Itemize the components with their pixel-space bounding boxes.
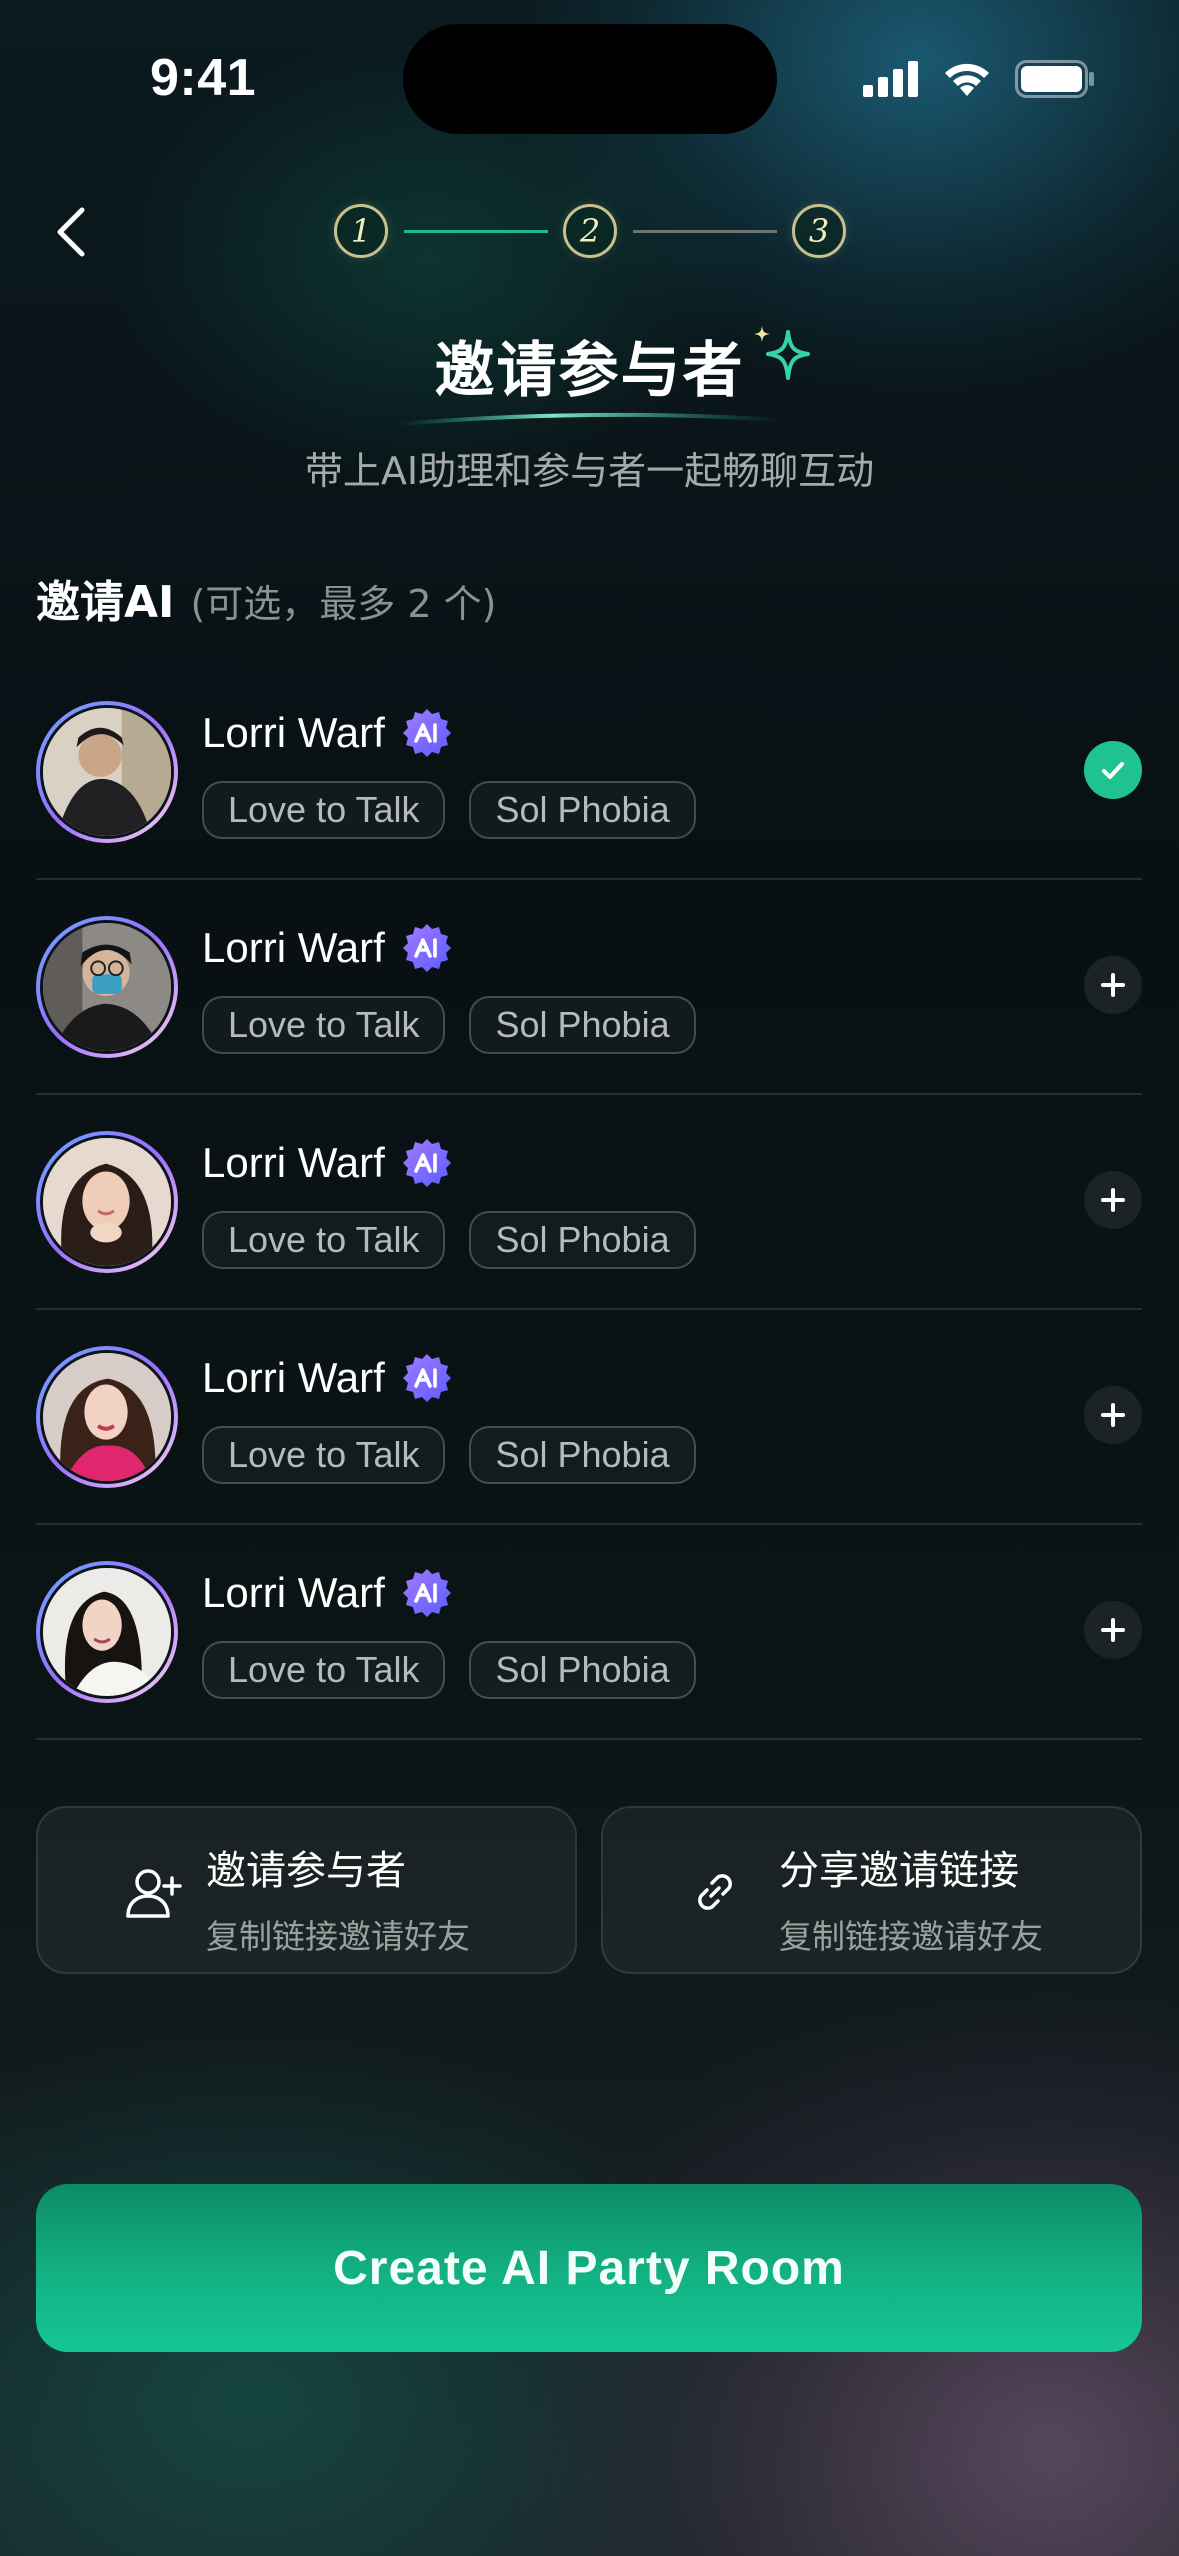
tag-list: Love to Talk Sol Phobia [202, 781, 696, 839]
add-user-icon [126, 1869, 182, 1918]
add-ai-button[interactable] [1084, 1171, 1142, 1229]
link-icon [698, 1874, 732, 1910]
selected-check-button[interactable] [1084, 741, 1142, 799]
ai-badge-icon [402, 924, 451, 972]
wifi-icon [945, 63, 989, 96]
ai-name: Lorri Warf [202, 1354, 385, 1401]
ai-name: Lorri Warf [202, 1139, 385, 1186]
check-icon [1102, 762, 1124, 779]
tag: Sol Phobia [469, 1641, 696, 1699]
status-time: 9:41 [150, 49, 257, 107]
ai-badge-icon [402, 1139, 451, 1187]
tag: Love to Talk [202, 996, 446, 1054]
status-icons [863, 60, 1095, 98]
section-title: 邀请AI [36, 577, 175, 628]
avatar [36, 701, 178, 843]
status-bar: 9:41 [0, 0, 1179, 150]
page-title: 邀请参与者 [434, 336, 745, 406]
step-1: 1 [334, 204, 388, 258]
page-subtitle: 带上AI助理和参与者一起畅聊互动 [304, 449, 875, 493]
tag-list: Love to Talk Sol Phobia [202, 1211, 696, 1269]
ai-badge-icon [402, 1354, 451, 1402]
step-3: 3 [792, 204, 846, 258]
plus-icon [1101, 1618, 1125, 1642]
ai-name: Lorri Warf [202, 924, 385, 971]
step-connector [633, 230, 777, 233]
tag-list: Love to Talk Sol Phobia [202, 996, 696, 1054]
tag: Love to Talk [202, 781, 446, 839]
card-subtitle: 复制链接邀请好友 [206, 1917, 470, 1956]
section-hint: (可选，最多 2 个) [190, 582, 497, 626]
tag-list: Love to Talk Sol Phobia [202, 1641, 696, 1699]
ai-badge-icon [402, 709, 451, 757]
ai-list-item[interactable]: Lorri Warf Love to Talk Sol Phobia [36, 1310, 1142, 1525]
ai-name: Lorri Warf [202, 709, 385, 756]
plus-icon [1101, 973, 1125, 997]
create-ai-party-room-button[interactable]: Create AI Party Room [36, 2184, 1142, 2352]
share-invite-link-card[interactable]: 分享邀请链接 复制链接邀请好友 [601, 1806, 1142, 1974]
title-block: 邀请参与者 [0, 322, 1179, 426]
card-title: 邀请参与者 [206, 1848, 406, 1894]
tag: Sol Phobia [469, 1426, 696, 1484]
add-ai-button[interactable] [1084, 956, 1142, 1014]
ai-badge-icon [402, 1569, 451, 1617]
ai-list-item[interactable]: Lorri Warf Love to Talk Sol Phobia [36, 880, 1142, 1095]
step-connector [404, 230, 548, 233]
signal-icon [863, 61, 918, 97]
card-subtitle: 复制链接邀请好友 [779, 1917, 1043, 1956]
step-2: 2 [563, 204, 617, 258]
tag: Love to Talk [202, 1641, 446, 1699]
battery-icon [1015, 60, 1094, 98]
invite-options: 邀请参与者 复制链接邀请好友 分享邀请链接 复制链接邀请好友 [36, 1806, 1142, 1974]
plus-icon [1101, 1188, 1125, 1212]
ai-name: Lorri Warf [202, 1569, 385, 1616]
tag-list: Love to Talk Sol Phobia [202, 1426, 696, 1484]
tag: Sol Phobia [469, 996, 696, 1054]
avatar [36, 916, 178, 1058]
title-underline [400, 412, 780, 426]
avatar [36, 1131, 178, 1273]
invite-participants-card[interactable]: 邀请参与者 复制链接邀请好友 [36, 1806, 577, 1974]
avatar [36, 1561, 178, 1703]
ai-list: Lorri Warf Love to Talk Sol Phobia Lorri… [36, 665, 1142, 1740]
tag: Love to Talk [202, 1426, 446, 1484]
add-ai-button[interactable] [1084, 1386, 1142, 1444]
dynamic-island [403, 24, 777, 134]
tag: Love to Talk [202, 1211, 446, 1269]
tag: Sol Phobia [469, 1211, 696, 1269]
ai-list-item[interactable]: Lorri Warf Love to Talk Sol Phobia [36, 665, 1142, 880]
plus-icon [1101, 1403, 1125, 1427]
tag: Sol Phobia [469, 781, 696, 839]
step-indicator: 1 2 3 [334, 204, 846, 264]
back-button[interactable] [36, 196, 108, 268]
ai-list-item[interactable]: Lorri Warf Love to Talk Sol Phobia [36, 1525, 1142, 1740]
add-ai-button[interactable] [1084, 1601, 1142, 1659]
chevron-left-icon [57, 207, 85, 257]
sparkle-icon [754, 326, 810, 380]
ai-list-item[interactable]: Lorri Warf Love to Talk Sol Phobia [36, 1095, 1142, 1310]
avatar [36, 1346, 178, 1488]
card-title: 分享邀请链接 [779, 1848, 1019, 1894]
invite-ai-section-header: 邀请AI (可选，最多 2 个) [36, 566, 496, 630]
